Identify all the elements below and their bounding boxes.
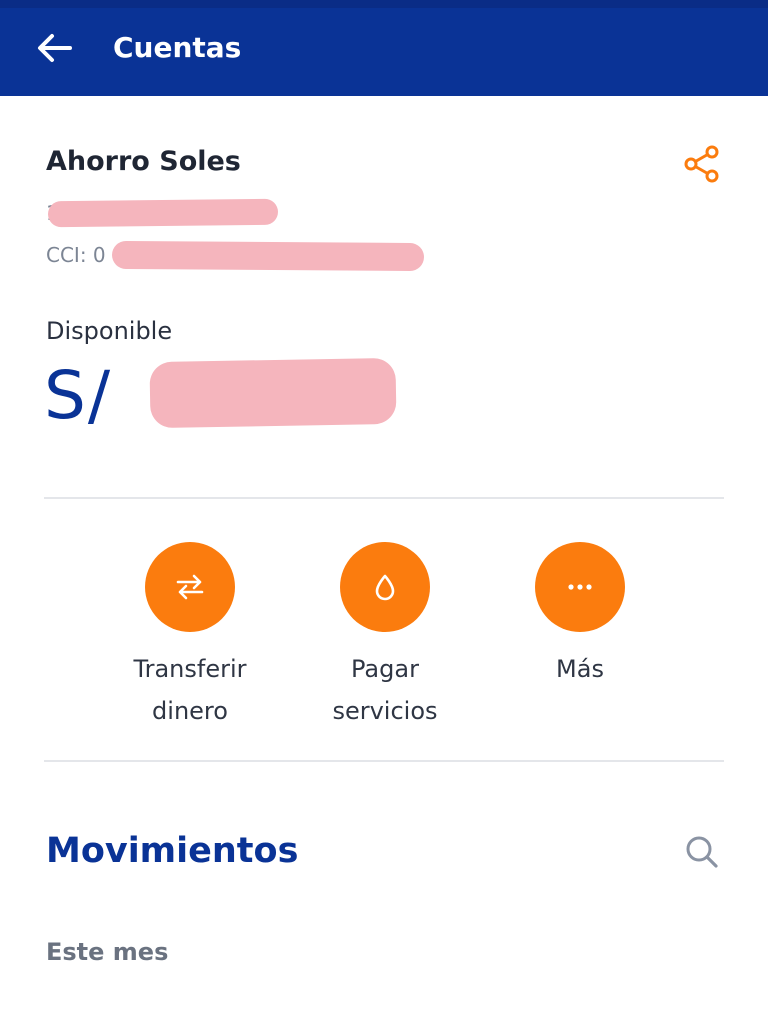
redaction-mark — [111, 240, 425, 272]
cci-label: CCI: 0 — [46, 243, 106, 267]
page-title: Cuentas — [113, 31, 242, 64]
pay-services-label: Pagar servicios — [332, 655, 438, 725]
available-label: Disponible — [46, 317, 173, 345]
movements-title: Movimientos — [46, 831, 299, 871]
redaction-mark — [149, 357, 397, 429]
divider — [44, 497, 724, 499]
more-button[interactable]: Más — [500, 542, 660, 690]
redaction-mark — [47, 198, 279, 228]
more-dots-icon — [568, 584, 592, 590]
more-circle — [535, 542, 625, 632]
cci-number: CCI: 0 — [46, 240, 106, 270]
transfer-money-button[interactable]: Transferir dinero — [110, 542, 270, 732]
search-icon — [686, 836, 718, 868]
period-label: Este mes — [46, 938, 169, 966]
account-number: 1 — [46, 198, 279, 228]
currency-symbol: S/ — [44, 357, 113, 434]
pay-circle — [340, 542, 430, 632]
more-label: Más — [556, 655, 604, 683]
arrow-left-icon — [38, 34, 72, 62]
share-button[interactable] — [680, 142, 724, 186]
pay-services-button[interactable]: Pagar servicios — [305, 542, 465, 732]
search-button[interactable] — [680, 830, 724, 874]
app-bar: Cuentas — [0, 0, 768, 96]
share-icon — [684, 145, 719, 183]
transfer-circle — [145, 542, 235, 632]
account-name: Ahorro Soles — [46, 146, 241, 177]
transfer-arrows-icon — [176, 574, 204, 600]
droplet-icon — [375, 574, 395, 601]
divider — [44, 760, 724, 762]
transfer-money-label: Transferir dinero — [133, 655, 247, 725]
back-button[interactable] — [30, 24, 78, 72]
